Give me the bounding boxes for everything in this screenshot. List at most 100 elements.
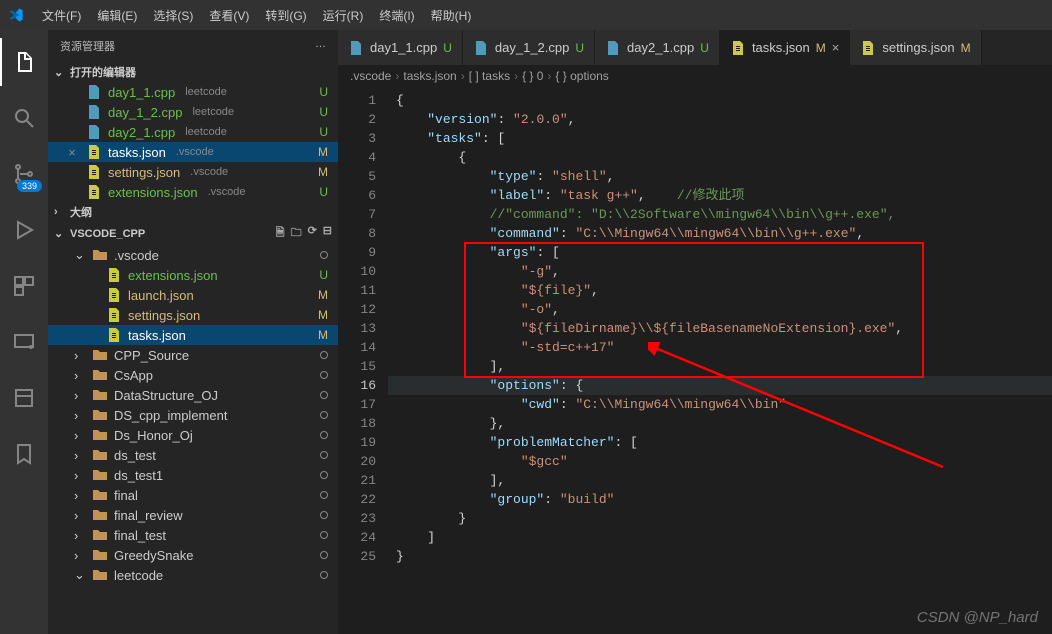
editor-tab[interactable]: tasks.jsonM×	[720, 30, 850, 65]
tree-folder[interactable]: ›final_test	[48, 525, 338, 545]
git-status: U	[319, 185, 328, 199]
code-line[interactable]: "options": {	[388, 376, 1052, 395]
git-dot	[320, 371, 328, 379]
tree-folder[interactable]: ⌄leetcode	[48, 565, 338, 585]
code-line[interactable]: "${fileDirname}\\${fileBasenameNoExtensi…	[388, 319, 1052, 338]
code-line[interactable]: ],	[388, 471, 1052, 490]
tree-file[interactable]: extensions.jsonU	[48, 265, 338, 285]
code-line[interactable]: "problemMatcher": [	[388, 433, 1052, 452]
breadcrumb[interactable]: .vscode›tasks.json›[ ] tasks›{ } 0›{ } o…	[338, 65, 1052, 87]
close-icon[interactable]: ×	[832, 40, 840, 55]
code-line[interactable]: //"command": "D:\\2Software\\mingw64\\bi…	[388, 205, 1052, 224]
refresh-icon[interactable]: ⟳	[308, 224, 317, 243]
tree-folder[interactable]: ›DS_cpp_implement	[48, 405, 338, 425]
activitybar-scm[interactable]: 339	[0, 150, 48, 198]
menu-item[interactable]: 帮助(H)	[423, 5, 480, 27]
code-line[interactable]: "args": [	[388, 243, 1052, 262]
tree-folder[interactable]: ›CPP_Source	[48, 345, 338, 365]
activitybar-project[interactable]	[0, 374, 48, 422]
tree-folder[interactable]: ›final_review	[48, 505, 338, 525]
open-editor-item[interactable]: day1_1.cppleetcodeU	[48, 82, 338, 102]
git-dot	[320, 391, 328, 399]
code-line[interactable]: "type": "shell",	[388, 167, 1052, 186]
code-line[interactable]: "${file}",	[388, 281, 1052, 300]
item-name: DS_cpp_implement	[114, 408, 227, 423]
tree-folder[interactable]: ›CsApp	[48, 365, 338, 385]
open-editor-item[interactable]: ×tasks.json.vscodeM	[48, 142, 338, 162]
menu-item[interactable]: 终端(I)	[371, 5, 422, 27]
open-editor-item[interactable]: day_1_2.cppleetcodeU	[48, 102, 338, 122]
tree-folder[interactable]: ›ds_test	[48, 445, 338, 465]
activitybar-debug[interactable]	[0, 206, 48, 254]
outline-header[interactable]: › 大纲	[48, 202, 338, 222]
git-dot	[320, 511, 328, 519]
close-icon[interactable]: ×	[64, 145, 80, 160]
code-line[interactable]: "command": "C:\\Mingw64\\mingw64\\bin\\g…	[388, 224, 1052, 243]
activitybar-remote[interactable]	[0, 318, 48, 366]
breadcrumb-item[interactable]: tasks.json	[403, 69, 456, 83]
activitybar-bookmark[interactable]	[0, 430, 48, 478]
code-line[interactable]: "group": "build"	[388, 490, 1052, 509]
collapse-all-icon[interactable]: ⊟	[323, 224, 332, 243]
editor-tab[interactable]: day1_1.cppU	[338, 30, 463, 65]
code-line[interactable]: {	[388, 148, 1052, 167]
open-editor-item[interactable]: extensions.json.vscodeU	[48, 182, 338, 202]
tree-folder[interactable]: ›DataStructure_OJ	[48, 385, 338, 405]
folder-root-header[interactable]: ⌄ VSCODE_CPP 🗎 🗀 ⟳ ⊟	[48, 222, 338, 245]
code-line[interactable]: "-std=c++17"	[388, 338, 1052, 357]
code-line[interactable]: }	[388, 547, 1052, 566]
code-content[interactable]: { "version": "2.0.0", "tasks": [ { "type…	[388, 87, 1052, 634]
new-file-icon[interactable]: 🗎	[276, 224, 285, 243]
menu-item[interactable]: 查看(V)	[201, 5, 257, 27]
tree-folder[interactable]: ⌄.vscode	[48, 245, 338, 265]
menu-item[interactable]: 运行(R)	[315, 5, 372, 27]
code-line[interactable]: "$gcc"	[388, 452, 1052, 471]
code-line[interactable]: ],	[388, 357, 1052, 376]
code-line[interactable]: },	[388, 414, 1052, 433]
tree-folder[interactable]: ›Ds_Honor_Oj	[48, 425, 338, 445]
code-line[interactable]: ]	[388, 528, 1052, 547]
code-line[interactable]: "version": "2.0.0",	[388, 110, 1052, 129]
code-line[interactable]: "-o",	[388, 300, 1052, 319]
breadcrumb-item[interactable]: { } 0	[522, 69, 543, 83]
editor-tabs: day1_1.cppUday_1_2.cppUday2_1.cppUtasks.…	[338, 30, 1052, 65]
json-file-icon	[730, 40, 746, 56]
tree-folder[interactable]: ›ds_test1	[48, 465, 338, 485]
tree-file[interactable]: launch.jsonM	[48, 285, 338, 305]
breadcrumb-item[interactable]: [ ] tasks	[469, 69, 510, 83]
open-editor-item[interactable]: day2_1.cppleetcodeU	[48, 122, 338, 142]
tree-file[interactable]: tasks.jsonM	[48, 325, 338, 345]
line-number: 22	[338, 490, 376, 509]
breadcrumb-item[interactable]: .vscode	[350, 69, 391, 83]
breadcrumb-item[interactable]: { } options	[555, 69, 608, 83]
editor-tab[interactable]: settings.jsonM	[850, 30, 981, 65]
item-name: ds_test1	[114, 468, 163, 483]
tree-folder[interactable]: ›final	[48, 485, 338, 505]
open-editors-header[interactable]: ⌄ 打开的编辑器	[48, 62, 338, 82]
menu-item[interactable]: 选择(S)	[145, 5, 201, 27]
new-folder-icon[interactable]: 🗀	[291, 224, 302, 243]
menu-item[interactable]: 编辑(E)	[89, 5, 145, 27]
code-line[interactable]: "-g",	[388, 262, 1052, 281]
menu-item[interactable]: 转到(G)	[257, 5, 314, 27]
sidebar-more-icon[interactable]: …	[315, 38, 326, 54]
cpp-file-icon	[605, 40, 621, 56]
code-line[interactable]: "label": "task g++", //修改此项	[388, 186, 1052, 205]
code-line[interactable]: "tasks": [	[388, 129, 1052, 148]
tree-file[interactable]: settings.jsonM	[48, 305, 338, 325]
code-line[interactable]: {	[388, 91, 1052, 110]
activitybar-search[interactable]	[0, 94, 48, 142]
activitybar-explorer[interactable]	[0, 38, 48, 86]
tree-folder[interactable]: ›GreedySnake	[48, 545, 338, 565]
code-editor[interactable]: 1234567891011121314151617181920212223242…	[338, 87, 1052, 634]
editor-tab[interactable]: day_1_2.cppU	[463, 30, 595, 65]
folder-icon	[92, 427, 108, 443]
item-name: DataStructure_OJ	[114, 388, 218, 403]
code-line[interactable]: }	[388, 509, 1052, 528]
activitybar-extensions[interactable]	[0, 262, 48, 310]
menu-item[interactable]: 文件(F)	[34, 5, 89, 27]
open-editor-item[interactable]: settings.json.vscodeM	[48, 162, 338, 182]
editor-tab[interactable]: day2_1.cppU	[595, 30, 720, 65]
chevron-down-icon: ⌄	[74, 567, 86, 583]
code-line[interactable]: "cwd": "C:\\Mingw64\\mingw64\\bin"	[388, 395, 1052, 414]
